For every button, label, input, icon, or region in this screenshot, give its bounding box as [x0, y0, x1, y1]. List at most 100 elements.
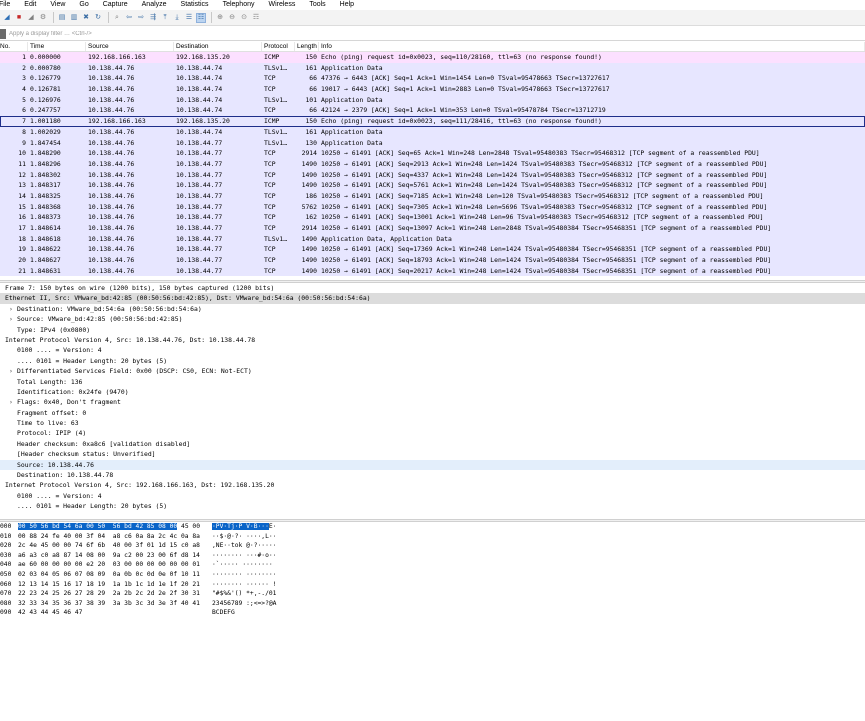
packet-row[interactable]: 20 1.848627 10.138.44.76 10.138.44.77 TCP 149… [0, 255, 865, 266]
detail-row[interactable]: Type: IPv4 (0x0800) [0, 325, 865, 335]
menu-wireless[interactable]: Wireless [268, 0, 295, 10]
detail-row[interactable]: 0100 .... = Version: 4 [0, 345, 865, 355]
hex-bytes[interactable]: 12 13 14 15 16 17 18 19 1a 1b 1c 1d 1e 1… [18, 580, 212, 590]
ascii-bytes[interactable]: ·PV·Tj·P V·B···E· [212, 522, 292, 532]
packet-row[interactable]: 5 0.126976 10.138.44.76 10.138.44.74 TLSv1… 1… [0, 94, 865, 106]
packet-row[interactable]: 19 1.848622 10.138.44.76 10.138.44.77 TCP 149… [0, 244, 865, 256]
reload-icon[interactable]: ↻ [93, 13, 103, 23]
go-forward-icon[interactable]: ⇨ [136, 13, 146, 23]
go-back-icon[interactable]: ⇦ [124, 13, 134, 23]
last-packet-icon[interactable]: ⤓ [172, 13, 182, 23]
zoom-in-icon[interactable]: ⊕ [215, 13, 225, 23]
detail-row[interactable]: Ethernet II, Src: VMware_bd:42:85 (00:50… [0, 293, 865, 304]
packet-row[interactable]: 15 1.848368 10.138.44.76 10.138.44.77 TCP 576… [0, 201, 865, 213]
packet-row[interactable]: 11 1.848296 10.138.44.76 10.138.44.77 TCP 149… [0, 158, 865, 170]
menu-edit[interactable]: Edit [24, 0, 36, 10]
packet-row[interactable]: 16 1.848373 10.138.44.76 10.138.44.77 TCP 162… [0, 212, 865, 223]
normal-size-icon[interactable]: ⊙ [239, 13, 249, 23]
ascii-bytes[interactable]: BCDEFG [212, 608, 292, 618]
detail-row[interactable]: Source: 10.138.44.76 [0, 459, 865, 471]
menu-view[interactable]: View [50, 0, 65, 10]
menu-statistics[interactable]: Statistics [181, 0, 209, 10]
detail-row[interactable]: 0100 .... = Version: 4 [0, 491, 865, 501]
packet-row[interactable]: 14 1.848325 10.138.44.76 10.138.44.77 TCP 186… [0, 190, 865, 202]
detail-row[interactable]: [Header checksum status: Unverified] [0, 449, 865, 459]
hex-bytes[interactable]: 02 03 04 05 06 07 08 09 0a 0b 0c 0d 0e 0… [18, 570, 212, 580]
hex-bytes[interactable]: 00 50 56 bd 54 6a 00 50 56 bd 42 85 08 0… [18, 522, 212, 532]
expand-arrow-icon[interactable]: › [9, 304, 17, 314]
ascii-bytes[interactable]: ········ ······ ! [212, 580, 292, 590]
hex-bytes[interactable]: 00 88 24 fe 40 00 3f 04 a8 c6 0a 8a 2c 4… [18, 532, 212, 542]
detail-row[interactable]: .... 0101 = Header Length: 20 bytes (5) [0, 501, 865, 511]
zoom-out-icon[interactable]: ⊖ [227, 13, 237, 23]
column-protocol[interactable]: Protocol [262, 42, 295, 51]
detail-row[interactable]: Internet Protocol Version 4, Src: 10.138… [0, 335, 865, 345]
packet-row[interactable]: 1 0.000000 192.168.166.163 192.168.135.20 IC… [0, 52, 865, 63]
column-time[interactable]: Time [28, 42, 86, 51]
detail-row[interactable]: › Destination: VMware_bd:54:6a (00:50:56:… [0, 304, 865, 314]
hex-bytes[interactable]: ae 60 00 00 00 00 e2 20 03 00 00 00 00 0… [18, 560, 212, 570]
menu-file[interactable]: File [0, 0, 10, 10]
hex-bytes[interactable]: 32 33 34 35 36 37 38 39 3a 3b 3c 3d 3e 3… [18, 599, 212, 609]
detail-row[interactable]: Frame 7: 150 bytes on wire (1200 bits), … [0, 283, 865, 293]
find-packet-icon[interactable]: ⌕ [112, 13, 122, 23]
packet-row[interactable]: 7 1.001180 192.168.166.163 192.168.135.20 IC… [0, 116, 865, 127]
packet-row[interactable]: 12 1.848302 10.138.44.76 10.138.44.77 TCP 149… [0, 169, 865, 181]
detail-row[interactable]: Fragment offset: 0 [0, 408, 865, 418]
packet-row[interactable]: 2 0.000780 10.138.44.76 10.138.44.74 TLSv1… 1… [0, 62, 865, 74]
detail-row[interactable]: Internet Protocol Version 4, Src: 192.16… [0, 480, 865, 490]
display-filter-input[interactable] [9, 27, 865, 40]
ascii-bytes[interactable]: ·`····· ········ [212, 560, 292, 570]
expand-arrow-icon[interactable]: › [9, 366, 17, 376]
first-packet-icon[interactable]: ⤒ [160, 13, 170, 23]
detail-row[interactable]: › Source: VMware_bd:42:85 (00:50:56:bd:42… [0, 314, 865, 324]
column-no[interactable]: No. [0, 42, 28, 51]
save-file-icon[interactable]: ▥ [69, 13, 79, 23]
packet-row[interactable]: 4 0.126781 10.138.44.76 10.138.44.74 TCP 66 19… [0, 84, 865, 95]
hex-bytes[interactable]: 2c 4e 45 00 00 74 6f 6b 40 00 3f 01 1d 1… [18, 541, 212, 551]
menu-help[interactable]: Help [340, 0, 354, 10]
detail-row[interactable]: Destination: 10.138.44.78 [0, 470, 865, 480]
hex-bytes[interactable]: 22 23 24 25 26 27 28 29 2a 2b 2c 2d 2e 2… [18, 589, 212, 599]
packet-row[interactable]: 18 1.848618 10.138.44.76 10.138.44.77 TLSv1…… [0, 233, 865, 245]
detail-row[interactable]: Identification: 0x24fe (9470) [0, 387, 865, 397]
capture-options-icon[interactable]: ⚙ [38, 13, 48, 23]
expand-arrow-icon[interactable]: › [9, 397, 17, 407]
detail-row[interactable]: .... 0101 = Header Length: 20 bytes (5) [0, 356, 865, 366]
menu-go[interactable]: Go [79, 0, 88, 10]
menu-tools[interactable]: Tools [309, 0, 325, 10]
column-info[interactable]: Info [319, 42, 865, 51]
resize-columns-icon[interactable]: ☶ [251, 13, 261, 23]
ascii-bytes[interactable]: "#$%&'() *+,-./01 [212, 589, 292, 599]
hex-bytes[interactable]: a6 a3 c0 a8 87 14 08 00 9a c2 00 23 00 6… [18, 551, 212, 561]
detail-row[interactable]: › Differentiated Services Field: 0x00 (DS… [0, 366, 865, 376]
ascii-bytes[interactable]: ········ ···#·o·· [212, 551, 292, 561]
packet-row[interactable]: 3 0.126779 10.138.44.76 10.138.44.74 TCP 66 47… [0, 73, 865, 85]
autoscroll-icon[interactable]: ☰ [184, 13, 194, 23]
menu-capture[interactable]: Capture [103, 0, 128, 10]
detail-row[interactable]: Total Length: 136 [0, 377, 865, 387]
colorize-icon[interactable]: ☷ [196, 12, 206, 23]
ascii-bytes[interactable]: 23456789 :;<=>?@A [212, 599, 292, 609]
menu-analyze[interactable]: Analyze [142, 0, 167, 10]
shark-fin-start-icon[interactable]: ◢ [2, 13, 12, 23]
column-source[interactable]: Source [86, 42, 174, 51]
stop-capture-icon[interactable]: ■ [14, 13, 24, 23]
packet-row[interactable]: 13 1.848317 10.138.44.76 10.138.44.77 TCP 149… [0, 180, 865, 191]
ascii-bytes[interactable]: ··$·@·?· ····,L·· [212, 532, 292, 542]
column-length[interactable]: Length [295, 42, 319, 51]
packet-row[interactable]: 21 1.848631 10.138.44.76 10.138.44.77 TCP 149… [0, 265, 865, 277]
expand-arrow-icon[interactable]: › [9, 314, 17, 324]
ascii-bytes[interactable]: ········ ········ [212, 570, 292, 580]
packet-row[interactable]: 8 1.002029 10.138.44.76 10.138.44.74 TLSv1… 1… [0, 126, 865, 138]
close-file-icon[interactable]: ✖ [81, 13, 91, 23]
packet-row[interactable]: 6 0.247757 10.138.44.76 10.138.44.74 TCP 66 42… [0, 105, 865, 117]
bookmark-icon[interactable] [0, 28, 6, 39]
detail-row[interactable]: Header checksum: 0xa8c6 [validation disa… [0, 439, 865, 449]
restart-capture-icon[interactable]: ◢ [26, 13, 36, 23]
detail-row[interactable]: Time to live: 63 [0, 418, 865, 428]
packet-row[interactable]: 10 1.848290 10.138.44.76 10.138.44.77 TCP 291… [0, 148, 865, 159]
detail-row[interactable]: › Flags: 0x40, Don't fragment [0, 397, 865, 407]
packet-row[interactable]: 9 1.847454 10.138.44.76 10.138.44.77 TLSv1… 1… [0, 137, 865, 149]
packet-row[interactable]: 17 1.848614 10.138.44.76 10.138.44.77 TCP 291… [0, 223, 865, 234]
